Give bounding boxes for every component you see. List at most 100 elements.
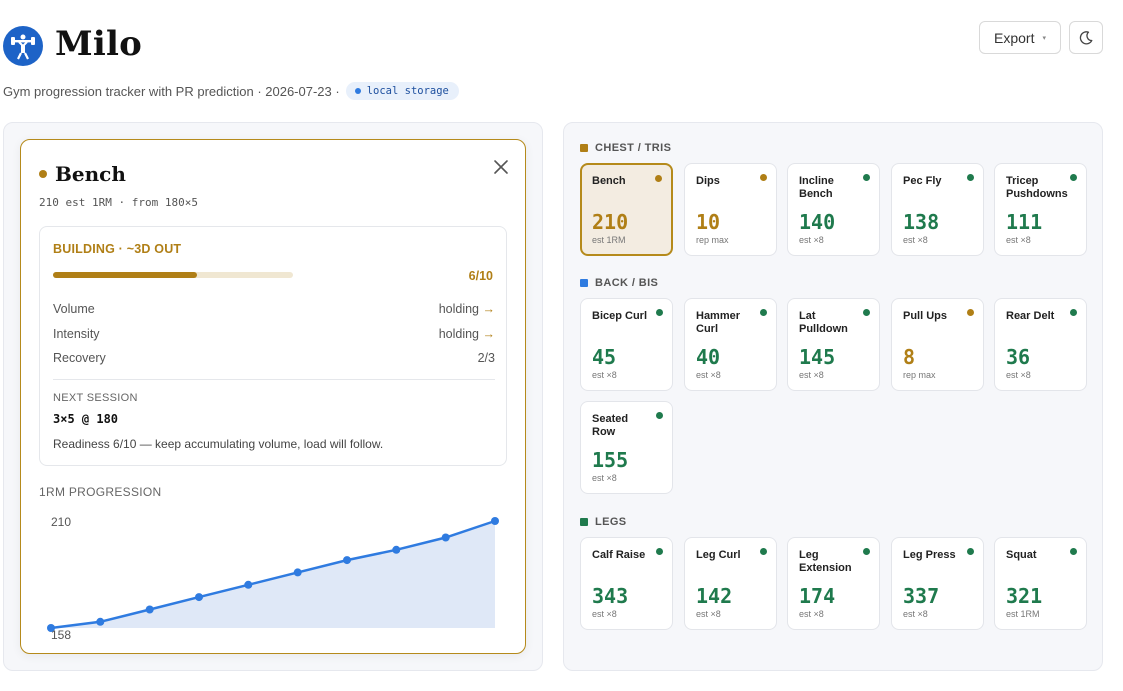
status-dot-icon [863, 309, 870, 316]
exercise-tile[interactable]: Hammer Curl 40 est ×8 [684, 298, 777, 391]
section-color-icon [580, 279, 588, 287]
status-dot-icon [863, 548, 870, 555]
status-dot-icon [656, 548, 663, 555]
exercise-tile[interactable]: Seated Row 155 est ×8 [580, 401, 673, 494]
export-button-label: Export [994, 29, 1035, 46]
exercise-value-unit: rep max [903, 370, 936, 380]
section-label-text: BACK / BIS [595, 277, 659, 289]
exercise-tile[interactable]: Lat Pulldown 145 est ×8 [787, 298, 880, 391]
storage-badge-label: local storage [366, 85, 449, 97]
status-dot-icon [760, 174, 767, 181]
chart-point [96, 617, 105, 626]
exercise-value: 321 [1006, 584, 1043, 608]
exercise-name: Pec Fly [903, 175, 942, 187]
exercise-value-unit: est ×8 [592, 370, 617, 380]
status-dot-icon [655, 175, 662, 182]
section-label: LEGS [580, 516, 627, 528]
exercise-value-unit: rep max [696, 235, 729, 245]
exercise-tile[interactable]: Dips 10 rep max [684, 163, 777, 256]
exercise-name: Dips [696, 175, 720, 187]
exercise-detail-card: Bench 210 est 1RM · from 180×5 BUILDING … [20, 139, 526, 654]
status-dot-icon [760, 548, 767, 555]
exercise-value: 142 [696, 584, 733, 608]
section-label: CHEST / TRIS [580, 142, 671, 154]
section-color-icon [580, 518, 588, 526]
exercise-tile[interactable]: Leg Extension 174 est ×8 [787, 537, 880, 630]
chart-area [51, 521, 495, 628]
chart-y-min-label: 158 [51, 628, 71, 642]
status-dot-icon [967, 174, 974, 181]
exercise-name: Lat Pulldown [799, 310, 848, 335]
exercise-value-unit: est 1RM [1006, 609, 1040, 619]
exercise-tile[interactable]: Bench 210 est 1RM [580, 163, 673, 256]
theme-toggle-button[interactable] [1069, 21, 1103, 54]
storage-dot-icon [354, 88, 361, 94]
exercise-tile[interactable]: Leg Curl 142 est ×8 [684, 537, 777, 630]
chart-point [195, 593, 203, 602]
exercise-value: 155 [592, 448, 629, 472]
exercise-name: Seated Row [592, 413, 629, 438]
subtitle-text: Gym progression tracker with PR predicti… [3, 83, 340, 99]
exercise-tile[interactable]: Pec Fly 138 est ×8 [891, 163, 984, 256]
exercise-value: 343 [592, 584, 629, 608]
exercise-name: Bench [592, 175, 626, 187]
app-title: Milo [55, 24, 142, 64]
exercise-tile[interactable]: Leg Press 337 est ×8 [891, 537, 984, 630]
exercise-value-unit: est 1RM [592, 235, 626, 245]
exercise-name: Leg Extension [799, 549, 852, 574]
exercise-value: 145 [799, 345, 836, 369]
section-color-icon [580, 144, 588, 152]
exercise-name: Leg Curl [696, 549, 741, 561]
exercise-value-unit: est ×8 [903, 235, 928, 245]
exercise-value: 138 [903, 210, 940, 234]
exercise-value: 337 [903, 584, 940, 608]
storage-badge: local storage [345, 82, 459, 100]
exercise-value-unit: est ×8 [903, 609, 928, 619]
exercise-value-unit: est ×8 [799, 609, 824, 619]
section-label: BACK / BIS [580, 277, 658, 289]
exercise-name: Bicep Curl [592, 310, 648, 322]
exercise-name: Incline Bench [799, 175, 834, 200]
exercise-name: Hammer Curl [696, 310, 741, 335]
exercise-name: Leg Press [903, 549, 956, 561]
exercise-tile[interactable]: Calf Raise 343 est ×8 [580, 537, 673, 630]
status-dot-icon [656, 309, 663, 316]
exercise-value-unit: est ×8 [696, 370, 721, 380]
exercise-tile[interactable]: Rear Delt 36 est ×8 [994, 298, 1087, 391]
exercise-value-unit: est ×8 [592, 473, 617, 483]
status-dot-icon [1070, 174, 1077, 181]
chart-point [392, 545, 401, 554]
exercise-tile[interactable]: Bicep Curl 45 est ×8 [580, 298, 673, 391]
exercise-name: Rear Delt [1006, 310, 1055, 322]
exercise-name: Tricep Pushdowns [1006, 175, 1068, 200]
exercise-value-unit: est ×8 [696, 609, 721, 619]
exercise-value: 111 [1006, 210, 1043, 234]
app-subtitle: Gym progression tracker with PR predicti… [3, 82, 459, 100]
exercise-value: 140 [799, 210, 836, 234]
exercise-value: 8 [903, 345, 916, 369]
status-dot-icon [1070, 309, 1077, 316]
chart-point [491, 517, 499, 525]
exercise-name: Pull Ups [903, 310, 948, 322]
status-dot-icon [1070, 548, 1077, 555]
exercise-tile[interactable]: Tricep Pushdowns 111 est ×8 [994, 163, 1087, 256]
exercise-value: 45 [592, 345, 617, 369]
exercise-tile[interactable]: Squat 321 est 1RM [994, 537, 1087, 630]
chart-point [293, 568, 302, 577]
section-label-text: LEGS [595, 516, 627, 528]
progression-chart: 210 158 [47, 515, 499, 642]
chart-point [343, 556, 351, 565]
exercise-tile[interactable]: Pull Ups 8 rep max [891, 298, 984, 391]
caret-down-icon: ▾ [1042, 34, 1046, 42]
exercise-name: Calf Raise [592, 549, 646, 561]
exercise-value-unit: est ×8 [1006, 235, 1031, 245]
exercise-tile[interactable]: Incline Bench 140 est ×8 [787, 163, 880, 256]
export-button[interactable]: Export ▾ [979, 21, 1061, 54]
status-dot-icon [967, 548, 974, 555]
status-dot-icon [656, 412, 663, 419]
logo [3, 26, 43, 66]
exercise-value: 10 [696, 210, 721, 234]
chart-point [145, 605, 154, 614]
chart-point [441, 533, 450, 542]
status-dot-icon [967, 309, 974, 316]
